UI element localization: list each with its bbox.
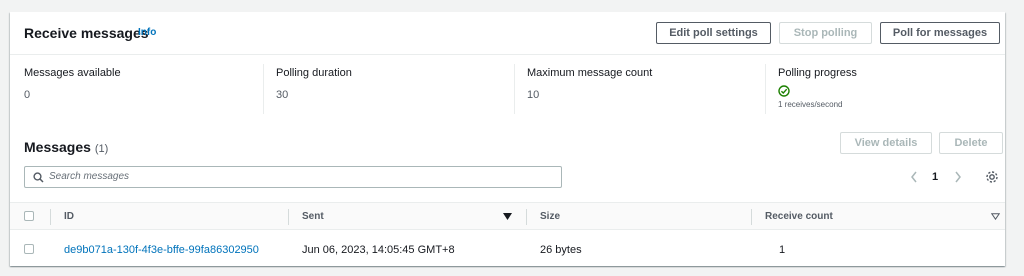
messages-available-value: 0 (24, 89, 31, 101)
stat-separator (514, 64, 515, 114)
message-id-link[interactable]: de9b071a-130f-4f3e-bffe-99fa86302950 (64, 244, 259, 256)
sort-descending-icon[interactable] (503, 213, 512, 220)
polling-duration-label: Polling duration (276, 67, 352, 79)
select-all-checkbox[interactable] (24, 211, 34, 221)
column-header-size[interactable]: Size (540, 211, 560, 222)
receive-messages-panel: Receive messages Info Edit poll settings… (10, 12, 1005, 126)
messages-count: (1) (94, 143, 109, 155)
column-header-id[interactable]: ID (64, 211, 74, 222)
table-header-row: ID Sent Size Receive count (10, 202, 1005, 230)
column-header-sent[interactable]: Sent (302, 211, 324, 222)
search-placeholder: Search messages (49, 171, 130, 182)
stat-separator (765, 64, 766, 114)
sortable-caret-icon[interactable] (991, 213, 1000, 220)
receive-messages-title: Receive messages (24, 25, 149, 41)
search-icon (33, 172, 44, 183)
message-receive-count: 1 (779, 244, 786, 256)
column-separator (288, 209, 289, 225)
maximum-message-count-value: 10 (527, 89, 540, 101)
stat-separator (263, 64, 264, 114)
polling-duration-value: 30 (276, 89, 289, 101)
column-header-receive-count[interactable]: Receive count (765, 211, 833, 222)
messages-panel: Messages (1) View details Delete Search … (10, 126, 1005, 266)
column-separator (751, 209, 752, 225)
view-details-button[interactable]: View details (840, 132, 932, 154)
poll-for-messages-button[interactable]: Poll for messages (880, 22, 1000, 44)
column-separator (50, 209, 51, 225)
edit-poll-settings-button[interactable]: Edit poll settings (656, 22, 771, 44)
info-link[interactable]: Info (138, 27, 156, 38)
header-divider (10, 54, 1005, 55)
messages-title-text: Messages (24, 139, 91, 155)
message-sent: Jun 06, 2023, 14:05:45 GMT+8 (302, 244, 455, 256)
next-page-icon[interactable] (954, 171, 962, 183)
stop-polling-button[interactable]: Stop polling (779, 22, 872, 44)
maximum-message-count-label: Maximum message count (527, 67, 653, 79)
message-size: 26 bytes (540, 244, 582, 256)
previous-page-icon[interactable] (910, 171, 918, 183)
row-select-checkbox[interactable] (24, 244, 34, 254)
settings-gear-icon[interactable] (985, 170, 999, 184)
polling-progress-label: Polling progress (778, 67, 857, 79)
column-separator (526, 209, 527, 225)
polling-progress-value: 1 receives/second (778, 100, 843, 109)
current-page-number[interactable]: 1 (932, 171, 938, 183)
delete-button[interactable]: Delete (939, 132, 1003, 154)
messages-available-label: Messages available (24, 67, 121, 79)
search-input[interactable]: Search messages (24, 166, 562, 188)
messages-title: Messages (1) (24, 139, 108, 155)
success-check-icon (778, 85, 790, 97)
